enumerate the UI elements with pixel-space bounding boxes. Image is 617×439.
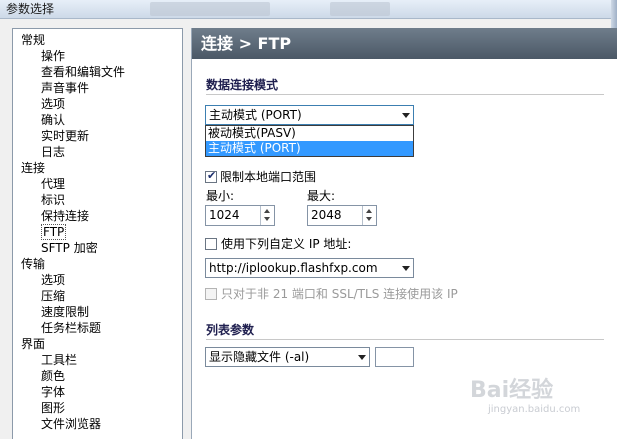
tree-item-label: 声音事件 [41,81,90,95]
max-port-value[interactable]: 2048 [311,208,342,222]
arrow-up-icon[interactable] [366,209,372,213]
list-params-select[interactable]: 显示隐藏文件 (-al) [205,347,370,367]
spinner-buttons[interactable] [362,206,376,225]
tree-item-label: 字体 [41,385,66,399]
list-params-selected: 显示隐藏文件 (-al) [209,350,310,364]
limit-port-range-checkbox[interactable]: ✔ [205,169,217,183]
spinner-buttons[interactable] [260,206,274,225]
tree-item[interactable]: 颜色 [41,368,65,384]
chevron-down-icon[interactable] [402,113,410,118]
tree-item-label: 标识 [41,193,66,207]
tree-item[interactable]: SFTP 加密 [41,240,98,256]
tree-item-label: 工具栏 [41,353,78,367]
tree-group-item[interactable]: 界面 [21,336,45,352]
ssl-only-label: 只对于非 21 端口和 SSL/TLS 连接使用该 IP [221,287,458,301]
tree-item[interactable]: 标识 [41,192,65,208]
background-window-blur [330,2,390,16]
tree-item[interactable]: 文件浏览器 [41,416,101,432]
tree-item[interactable]: 确认 [41,112,65,128]
tree-item-label: 选项 [41,97,66,111]
tree-item-label: 界面 [21,337,46,351]
tree-item-label: FTP [41,224,67,240]
min-port-value[interactable]: 1024 [209,208,240,222]
limit-port-range-label: 限制本地端口范围 [220,170,317,184]
min-port-label: 最小: [206,189,235,203]
max-port-label: 最大: [307,189,336,203]
max-port-spinner[interactable]: 2048 [307,205,377,226]
tree-item-label: 图形 [41,401,66,415]
tree-item-label: 连接 [21,161,46,175]
chevron-down-icon[interactable] [402,266,410,271]
arrow-down-icon[interactable] [264,217,270,221]
tree-item[interactable]: 代理 [41,176,65,192]
min-port-spinner[interactable]: 1024 [205,205,275,226]
section-data-mode: 数据连接模式 [206,78,279,92]
tree-item[interactable]: 字体 [41,384,65,400]
tree-item-label: 文件浏览器 [41,417,102,431]
tree-item-label: 确认 [41,113,66,127]
custom-ip-checkbox[interactable] [205,238,217,250]
tree-item[interactable]: 选项 [41,96,65,112]
tree-item-label: 操作 [41,49,66,63]
tree-item[interactable]: 日志 [41,144,65,160]
tree-item-label: 压缩 [41,289,66,303]
tree-item-label: 代理 [41,177,66,191]
tree-item[interactable]: 图形 [41,400,65,416]
tree-item[interactable]: 操作 [41,48,65,64]
tree-item-label: 日志 [41,145,66,159]
list-params-input[interactable] [375,347,414,367]
tree-item-label: 传输 [21,257,46,271]
tree-item[interactable]: 声音事件 [41,80,89,96]
tree-group-item[interactable]: 常规 [21,32,45,48]
tree-item[interactable]: 任务栏标题 [41,320,101,336]
data-mode-dropdown[interactable]: 被动模式(PASV) 主动模式 (PORT) [205,125,414,157]
tree-item[interactable]: 查看和编辑文件 [41,64,125,80]
tree-group-item[interactable]: 传输 [21,256,45,272]
tree-item[interactable]: 保持连接 [41,208,89,224]
custom-ip-combo[interactable]: http://iplookup.flashfxp.com [205,258,414,278]
tree-item-label: 速度限制 [41,305,90,319]
watermark-logo: Bai经验 [470,378,554,403]
tree-item-label: 实时更新 [41,129,90,143]
custom-ip-label: 使用下列自定义 IP 地址: [221,237,352,251]
panel-header: 连接 > FTP [192,28,617,59]
tree-item[interactable]: 工具栏 [41,352,77,368]
ssl-only-checkbox[interactable] [205,288,217,300]
background-window-blur [150,2,270,16]
checkmark-icon: ✔ [207,169,217,182]
tree-item-label: 选项 [41,273,66,287]
arrow-up-icon[interactable] [264,209,270,213]
tree-item[interactable]: 选项 [41,272,65,288]
arrow-down-icon[interactable] [366,217,372,221]
tree-item[interactable]: 实时更新 [41,128,89,144]
tree-item-label: 任务栏标题 [41,321,102,335]
tree-group-item[interactable]: 连接 [21,160,45,176]
tree-item-label: 保持连接 [41,209,90,223]
section-divider [206,94,604,95]
tree-item-label: 颜色 [41,369,66,383]
window-title: 参数选择 [6,2,55,16]
data-mode-selected: 主动模式 (PORT) [209,108,302,122]
tree-item[interactable]: 压缩 [41,288,65,304]
tree-item-label: 常规 [21,33,46,47]
custom-ip-value[interactable]: http://iplookup.flashfxp.com [209,261,378,275]
tree-item[interactable]: FTP [41,224,67,240]
tree-item-label: 查看和编辑文件 [41,65,126,79]
category-tree[interactable]: 常规 操作 查看和编辑文件 声音事件 选项 确认 实时更新 日志 连接 代理 标识 保持连接 FTP SF… [12,28,183,439]
data-mode-select[interactable]: 主动模式 (PORT) [205,105,414,125]
tree-item[interactable]: 速度限制 [41,304,89,320]
chevron-down-icon[interactable] [358,355,366,360]
tree-item-label: SFTP 加密 [41,241,98,255]
title-bar: 参数选择 [0,0,617,19]
section-list-params: 列表参数 [206,323,255,337]
dropdown-option-port[interactable]: 主动模式 (PORT) [206,141,413,156]
watermark-url: jingyan.baidu.com [488,404,581,415]
section-divider [206,339,604,340]
dropdown-option-pasv[interactable]: 被动模式(PASV) [206,126,413,141]
